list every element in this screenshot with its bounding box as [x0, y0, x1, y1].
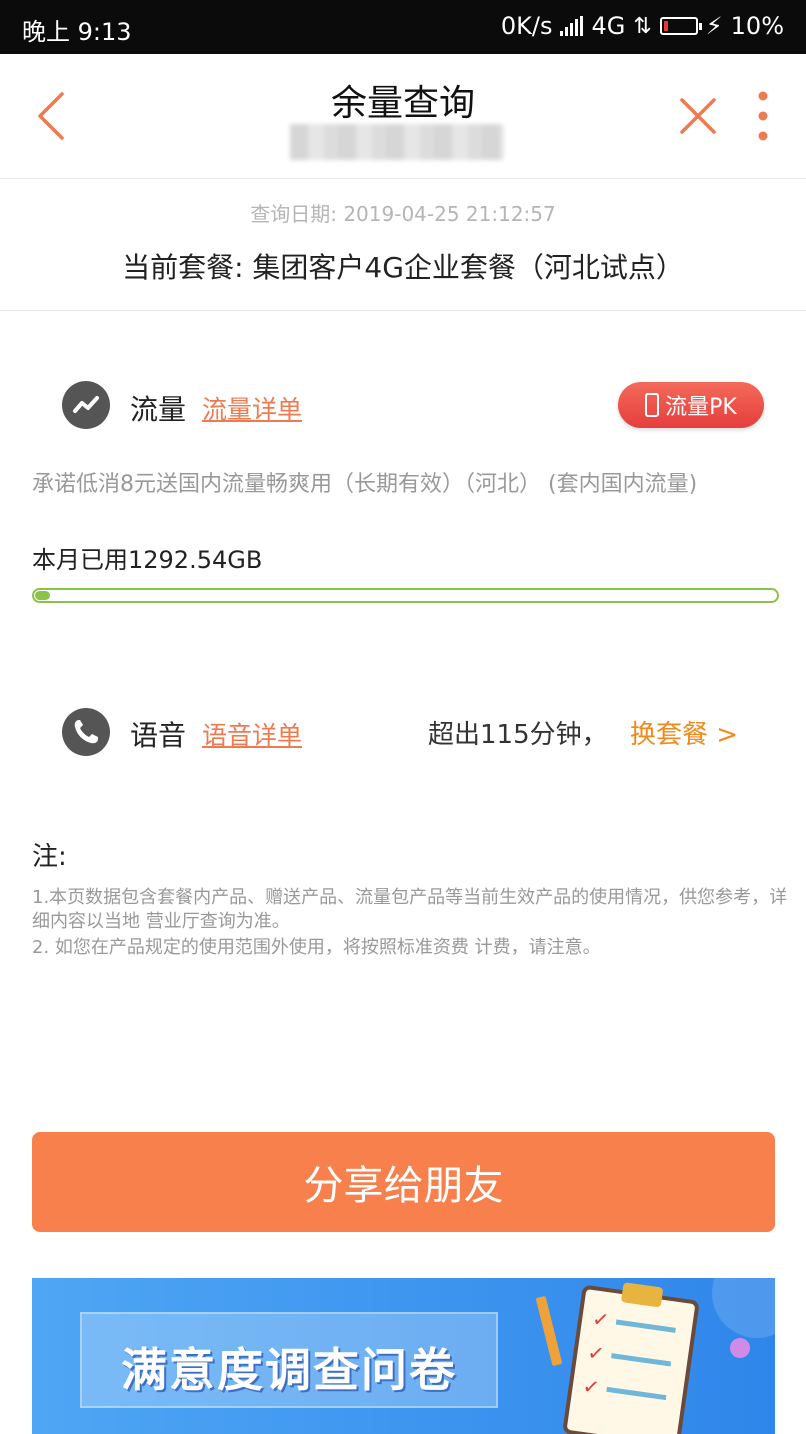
data-package-description: 承诺低消8元送国内流量畅爽用（长期有效）（河北） (套内国内流量)	[32, 472, 698, 497]
data-used-text: 本月已用1292.54GB	[32, 546, 263, 574]
masked-phone-number	[290, 124, 504, 160]
banner-text-box: 满意度调查问卷	[80, 1312, 498, 1408]
notes-title: 注:	[32, 842, 67, 872]
notes-line-2: 2. 如您在产品规定的使用范围外使用，将按照标准资费 计费，请注意。	[32, 937, 601, 958]
voice-label: 语音	[130, 719, 187, 752]
battery-icon	[659, 17, 702, 35]
phone-icon	[645, 393, 660, 417]
query-date: 查询日期: 2019-04-25 21:12:57	[250, 202, 556, 226]
decor-dot	[730, 1338, 750, 1358]
more-menu-icon[interactable]	[752, 90, 774, 142]
pencil-icon	[535, 1295, 563, 1367]
voice-detail-link[interactable]: 语音详单	[202, 716, 302, 752]
voice-icon	[62, 708, 110, 756]
app-header: 余量查询	[0, 54, 806, 179]
close-icon[interactable]	[678, 96, 718, 136]
survey-banner[interactable]: 满意度调查问卷 ✓ ✓ ✓	[32, 1278, 775, 1434]
network-speed: 0K/s	[500, 12, 553, 40]
data-arrows-icon: ⇅	[633, 13, 652, 39]
current-plan: 当前套餐: 集团客户4G企业套餐（河北试点）	[122, 251, 684, 284]
battery-level: 10%	[730, 12, 784, 40]
status-right: 0K/s 4G ⇅ ⚡ 10%	[501, 12, 784, 40]
data-pk-label: 流量PK	[665, 395, 737, 420]
voice-exceed-text: 超出115分钟，	[428, 720, 608, 750]
decor-circle	[712, 1278, 775, 1338]
notes-line-1: 1.本页数据包含套餐内产品、赠送产品、流量包产品等当前生效产品的使用情况，供您参…	[32, 887, 788, 932]
status-time: 晚上 9:13	[22, 18, 132, 46]
change-plan-link[interactable]: 换套餐 >	[630, 714, 738, 751]
data-detail-link[interactable]: 流量详单	[202, 390, 302, 426]
charging-icon: ⚡	[705, 12, 723, 40]
divider	[0, 310, 806, 311]
banner-title: 满意度调查问卷	[121, 1343, 457, 1397]
share-button[interactable]: 分享给朋友	[32, 1132, 775, 1232]
data-usage-progress-fill	[35, 591, 50, 600]
data-usage-label: 流量	[130, 393, 187, 426]
data-usage-icon	[62, 381, 110, 429]
network-type: 4G	[591, 12, 626, 40]
data-pk-button[interactable]: 流量PK	[618, 382, 764, 428]
clipboard-icon: ✓ ✓ ✓	[562, 1282, 700, 1434]
signal-icon	[560, 16, 584, 36]
status-bar: 晚上 9:13 0K/s 4G ⇅ ⚡ 10%	[0, 0, 806, 54]
data-usage-progress-bar	[32, 588, 779, 603]
